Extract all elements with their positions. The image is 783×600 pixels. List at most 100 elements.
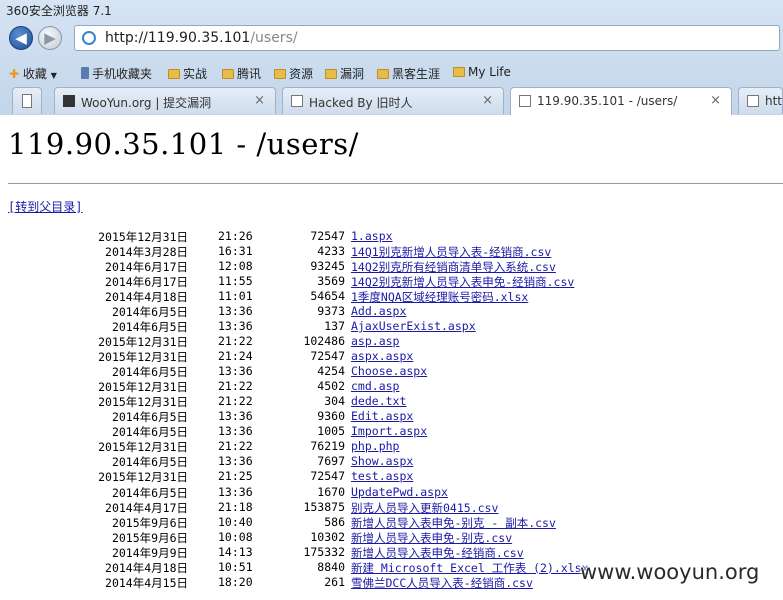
listing-row: 2015年12月31日 21:22 102486 asp.asp — [0, 334, 783, 349]
globe-icon — [82, 31, 96, 45]
folder-icon — [222, 69, 234, 79]
file-date: 2014年6月5日 — [111, 425, 188, 440]
close-icon[interactable]: × — [254, 93, 265, 108]
file-size: 72547 — [310, 229, 345, 243]
bookmark-folder-resources[interactable]: 资源 — [274, 65, 313, 82]
parent-directory-link[interactable]: [转到父目录] — [8, 198, 82, 215]
file-link[interactable]: aspx.aspx — [351, 349, 413, 363]
file-date: 2014年4月18日 — [105, 290, 188, 305]
page-favicon-icon — [747, 95, 759, 107]
tab-hacked[interactable]: Hacked By 旧时人 × — [282, 87, 504, 114]
file-size: 4254 — [317, 364, 345, 379]
file-link[interactable]: 新建 Microsoft Excel 工作表 (2).xlsx — [351, 560, 589, 576]
file-date: 2014年3月28日 — [105, 245, 188, 260]
listing-row: 2015年9月6日 10:08 10302 新增人员导入表申免-别克.csv — [0, 530, 783, 545]
file-date: 2014年6月5日 — [111, 305, 188, 320]
bookmark-label: 手机收藏夹 — [92, 67, 153, 81]
file-date: 2015年12月31日 — [98, 470, 188, 485]
file-size: 261 — [324, 574, 345, 589]
bookmark-folder-mylife[interactable]: My Life — [453, 65, 511, 79]
bookmark-label: 收藏 — [22, 67, 47, 81]
file-date: 2015年9月6日 — [111, 530, 188, 545]
file-link[interactable]: 新增人员导入表申免-别克 - 副本.csv — [351, 515, 556, 531]
listing-row: 2014年6月5日 13:36 1670 UpdatePwd.aspx — [0, 485, 783, 500]
bookmark-folder-vulns[interactable]: 漏洞 — [325, 65, 364, 82]
file-link[interactable]: UpdatePwd.aspx — [351, 485, 448, 499]
listing-row: 2014年9月9日 14:13 175332 新增人员导入表申免-经销商.csv — [0, 545, 783, 560]
file-link[interactable]: Edit.aspx — [351, 409, 413, 423]
file-link[interactable]: 新增人员导入表申免-别克.csv — [351, 530, 512, 546]
tab-partial[interactable]: htt — [738, 87, 783, 114]
file-link[interactable]: Import.aspx — [351, 424, 427, 438]
file-link[interactable]: AjaxUserExist.aspx — [351, 319, 476, 333]
file-time: 13:36 — [218, 304, 253, 319]
listing-row: 2015年12月31日 21:26 72547 1.aspx — [0, 229, 783, 244]
file-link[interactable]: test.aspx — [351, 469, 413, 483]
forward-button-icon[interactable]: ▶ — [38, 26, 62, 50]
file-date: 2014年6月5日 — [111, 455, 188, 470]
bookmark-mobile[interactable]: 手机收藏夹 — [81, 65, 152, 82]
file-date: 2014年4月18日 — [105, 560, 188, 575]
bookmark-folder-hacker[interactable]: 黑客生涯 — [377, 65, 440, 82]
bookmark-label: 黑客生涯 — [392, 67, 441, 81]
file-time: 10:40 — [218, 514, 253, 529]
file-time: 10:51 — [218, 559, 253, 574]
file-link[interactable]: 1季度NQA区域经理账号密码.xlsx — [351, 289, 528, 305]
bookmark-folder-shizhan[interactable]: 实战 — [168, 65, 207, 82]
listing-row: 2014年6月5日 13:36 9373 Add.aspx — [0, 304, 783, 319]
tab-users-directory[interactable]: 119.90.35.101 - /users/ × — [510, 87, 732, 115]
tab-strip: WooYun.org | 提交漏洞 × Hacked By 旧时人 × 119.… — [0, 87, 783, 115]
page-favicon-icon — [519, 95, 531, 107]
file-link[interactable]: 14Q2别克新增人员导入表申免-经销商.csv — [351, 274, 574, 290]
listing-row: 2015年12月31日 21:24 72547 aspx.aspx — [0, 349, 783, 364]
phone-icon — [81, 67, 89, 79]
tab-label: 119.90.35.101 - /users/ — [537, 94, 678, 108]
tab-wooyun[interactable]: WooYun.org | 提交漏洞 × — [54, 87, 276, 114]
address-url[interactable]: http://119.90.35.101/users/ — [105, 30, 298, 46]
page-title: 119.90.35.101 - /users/ — [8, 127, 359, 161]
file-time: 21:18 — [218, 499, 253, 514]
file-link[interactable]: 1.aspx — [351, 229, 393, 243]
bookmark-label: 实战 — [183, 67, 208, 81]
listing-row: 2014年4月18日 11:01 54654 1季度NQA区域经理账号密码.xlsx — [0, 289, 783, 304]
page-content: 119.90.35.101 - /users/ [转到父目录] 2015年12月… — [0, 115, 783, 600]
file-size: 72547 — [310, 349, 345, 364]
file-date: 2015年9月6日 — [111, 515, 188, 530]
file-time: 21:25 — [218, 469, 253, 484]
file-time: 13:36 — [218, 364, 253, 379]
file-link[interactable]: 新增人员导入表申免-经销商.csv — [351, 545, 524, 561]
bookmark-favorites[interactable]: ✚ 收藏 ▼ — [9, 65, 57, 82]
file-link[interactable]: 别克人员导入更新0415.csv — [351, 500, 498, 516]
file-link[interactable]: Show.aspx — [351, 454, 413, 468]
file-link[interactable]: Add.aspx — [351, 304, 406, 318]
listing-row: 2015年9月6日 10:40 586 新增人员导入表申免-别克 - 副本.csv — [0, 515, 783, 530]
file-link[interactable]: php.php — [351, 439, 399, 453]
file-link[interactable]: cmd.asp — [351, 379, 399, 393]
listing-row: 2014年6月17日 11:55 3569 14Q2别克新增人员导入表申免-经销商.c… — [0, 274, 783, 289]
file-link[interactable]: 雪佛兰DCC人员导入表-经销商.csv — [351, 575, 533, 591]
close-icon[interactable]: × — [710, 93, 721, 108]
address-bar[interactable]: http://119.90.35.101/users/ — [74, 25, 780, 51]
back-button-icon[interactable]: ◀ — [9, 26, 33, 50]
listing-row: 2014年6月5日 13:36 1005 Import.aspx — [0, 424, 783, 439]
file-link[interactable]: 14Q1别克新增人员导入表-经销商.csv — [351, 244, 551, 260]
close-icon[interactable]: × — [482, 93, 493, 108]
file-link[interactable]: Choose.aspx — [351, 364, 427, 378]
listing-row: 2015年12月31日 21:25 72547 test.aspx — [0, 469, 783, 484]
file-link[interactable]: 14Q2别克所有经销商清单导入系统.csv — [351, 259, 556, 275]
file-size: 76219 — [310, 439, 345, 454]
file-date: 2014年4月17日 — [105, 500, 188, 515]
listing-row: 2014年6月5日 13:36 9360 Edit.aspx — [0, 409, 783, 424]
chevron-down-icon[interactable]: ▼ — [51, 71, 57, 80]
file-link[interactable]: asp.asp — [351, 334, 399, 348]
file-date: 2014年6月5日 — [111, 320, 188, 335]
file-time: 11:55 — [218, 274, 253, 289]
browser-chrome: 360安全浏览器 7.1 ◀ ▶ http://119.90.35.101/us… — [0, 0, 783, 115]
file-size: 93245 — [310, 259, 345, 274]
file-time: 13:36 — [218, 424, 253, 439]
file-link[interactable]: dede.txt — [351, 394, 406, 408]
file-date: 2014年6月17日 — [105, 260, 188, 275]
bookmark-folder-tencent[interactable]: 腾讯 — [222, 65, 261, 82]
tab-list-button[interactable] — [12, 87, 42, 114]
watermark: www.wooyun.org — [580, 560, 760, 584]
